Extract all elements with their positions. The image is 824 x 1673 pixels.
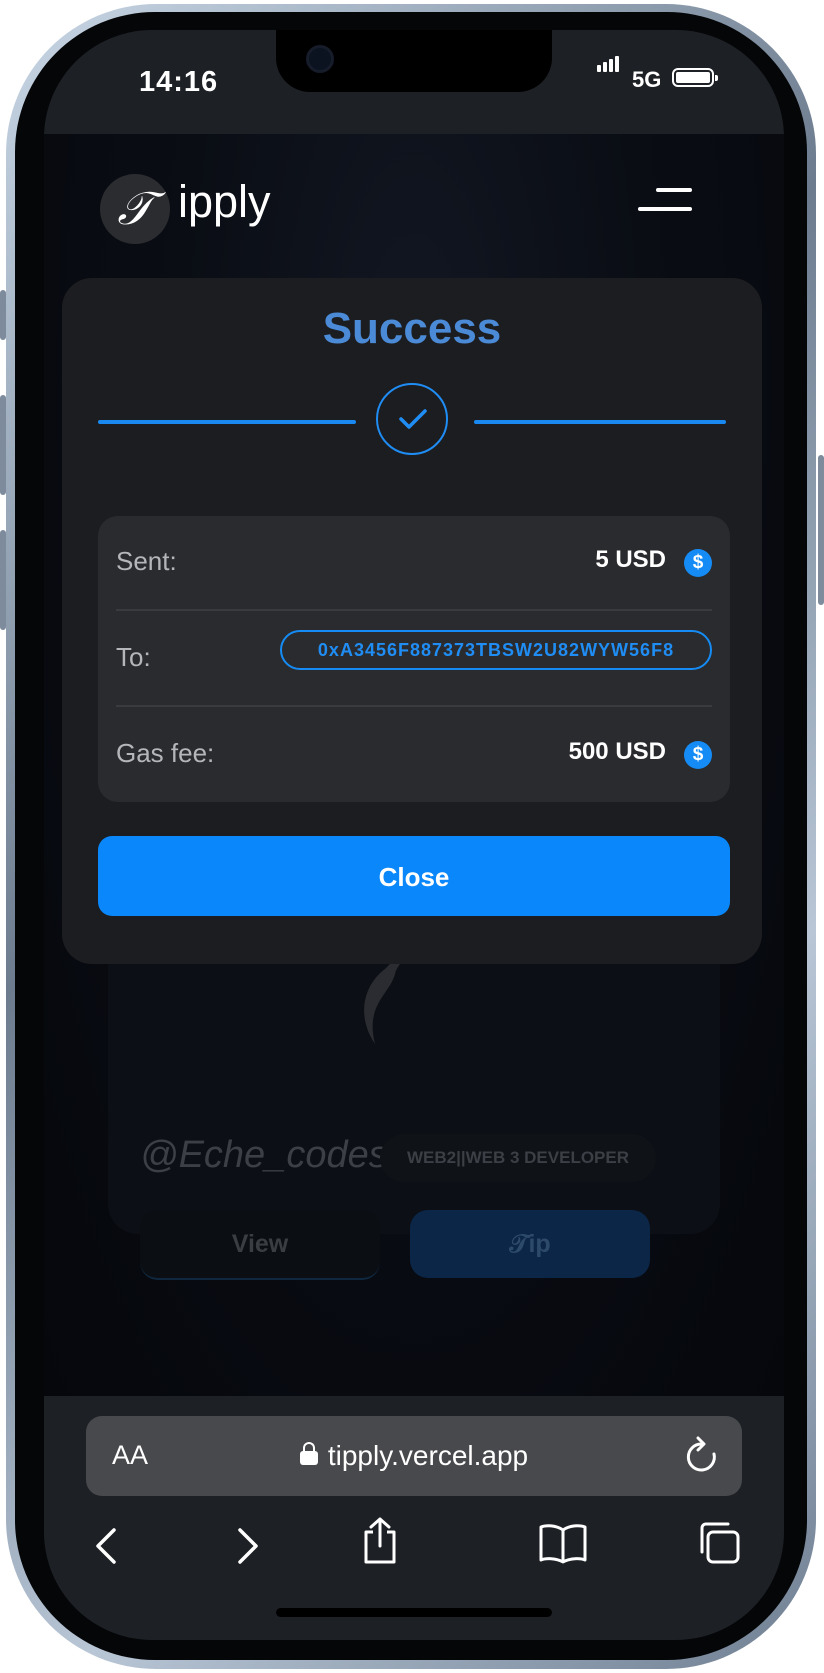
to-label: To:	[116, 642, 151, 672]
share-icon[interactable]	[360, 1516, 400, 1566]
volume-down-button	[0, 530, 6, 630]
modal-title: Success	[322, 304, 502, 353]
progress-line-left	[98, 420, 356, 424]
row-divider	[116, 705, 712, 707]
gas-fee-amount: 500 USD	[568, 738, 666, 765]
network-type: 5G	[632, 67, 662, 92]
back-icon[interactable]	[92, 1526, 120, 1566]
gas-fee-label: Gas fee:	[116, 738, 215, 768]
recipient-address[interactable]: 0xA3456F887373TBSW2U82WYW56F8	[280, 630, 712, 670]
browser-toolbar: AA tipply.vercel.app	[44, 1396, 784, 1640]
profile-role-badge: WEB2||WEB 3 DEVELOPER	[380, 1134, 656, 1182]
profile-handle: @Eche_codes	[140, 1134, 388, 1176]
brand-logo[interactable]: 𝒯	[100, 174, 170, 244]
url-display[interactable]: tipply.vercel.app	[86, 1440, 742, 1472]
sent-row: Sent: 5 USD $	[116, 516, 712, 612]
transaction-details: Sent: 5 USD $ To: 0xA3456F887373TBSW2U82…	[98, 516, 730, 802]
to-row: To: 0xA3456F887373TBSW2U82WYW56F8	[116, 612, 712, 708]
home-indicator[interactable]	[276, 1608, 552, 1617]
bookmarks-icon[interactable]	[538, 1522, 588, 1564]
address-bar[interactable]: AA tipply.vercel.app	[86, 1416, 742, 1496]
battery-icon	[672, 68, 718, 87]
hamburger-menu-icon[interactable]	[632, 188, 692, 218]
sent-amount: 5 USD	[595, 546, 666, 573]
silent-switch	[0, 290, 6, 340]
reload-icon[interactable]	[684, 1436, 720, 1476]
brand-name[interactable]: ipply	[178, 176, 271, 228]
close-button[interactable]: Close	[98, 836, 730, 916]
lock-icon	[299, 1442, 318, 1465]
web-content: 𝒯 ipply T @Eche_codes WEB2||WEB 3 DEVELO…	[44, 134, 784, 1396]
usd-coin-icon: $	[684, 549, 712, 577]
phone-device: 14:16 5G 𝒯 ipply T @Eche_codes WEB	[0, 0, 824, 1673]
sent-label: Sent:	[116, 546, 177, 576]
progress-line-right	[474, 420, 726, 424]
url-text: tipply.vercel.app	[327, 1440, 529, 1471]
screen: 14:16 5G 𝒯 ipply T @Eche_codes WEB	[44, 30, 784, 1640]
gas-fee-row: Gas fee: 500 USD $	[116, 708, 712, 804]
tabs-icon[interactable]	[696, 1520, 742, 1566]
status-time: 14:16	[139, 66, 219, 98]
volume-up-button	[0, 395, 6, 495]
status-bar: 14:16 5G	[44, 30, 784, 134]
forward-icon[interactable]	[234, 1526, 262, 1566]
front-camera	[306, 45, 334, 73]
power-button	[818, 455, 824, 605]
usd-coin-icon: $	[684, 741, 712, 769]
tip-button: 𝒯ip	[410, 1210, 650, 1278]
view-button: View	[140, 1210, 380, 1280]
row-divider	[116, 609, 712, 611]
success-check-icon	[376, 383, 448, 455]
success-modal: Success Sent: 5 USD $ To: 0xA3456F887373…	[62, 278, 762, 964]
